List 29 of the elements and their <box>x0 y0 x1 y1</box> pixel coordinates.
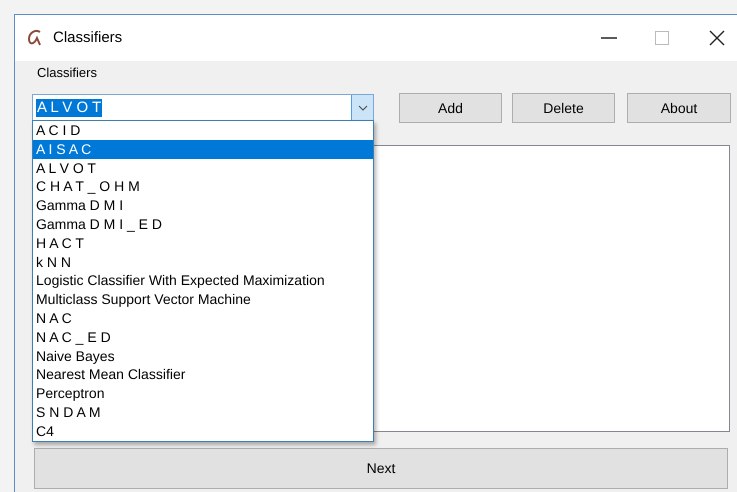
dropdown-item[interactable]: Nearest Mean Classifier <box>33 365 373 384</box>
action-button[interactable]: About <box>627 93 731 123</box>
dropdown-item[interactable]: C4 <box>33 422 373 441</box>
dropdown-item[interactable]: Gamma D M I <box>33 196 373 215</box>
dropdown-item[interactable]: Logistic Classifier With Expected Maximization <box>33 271 373 290</box>
group-label: Classifiers <box>37 65 97 81</box>
dropdown-item[interactable]: N A C <box>33 308 373 328</box>
dropdown-item[interactable]: A C I D <box>33 121 373 140</box>
dropdown-item[interactable]: A I S A C <box>33 140 373 159</box>
next-button[interactable]: Next <box>34 448 728 489</box>
dropdown-item[interactable]: A L V O T <box>33 158 373 178</box>
dropdown-button[interactable] <box>351 94 373 122</box>
dropdown-item[interactable]: S N D A M <box>33 402 373 422</box>
action-button[interactable]: Add <box>399 93 502 123</box>
dropdown-item[interactable]: Multiclass Support Vector Machine <box>33 290 373 309</box>
dropdown-item[interactable]: C H A T _ O H M <box>33 177 373 196</box>
close-icon[interactable] <box>709 30 725 46</box>
caret-icon <box>358 105 368 111</box>
classifier-combo[interactable]: A L V O T <box>32 94 374 122</box>
dropdown-item[interactable]: Perceptron <box>33 384 373 403</box>
dropdown-item[interactable]: k N N <box>33 252 373 272</box>
dropdown-item[interactable]: Naive Bayes <box>33 346 373 366</box>
dropdown-item[interactable]: Gamma D M I _ E D <box>33 214 373 234</box>
dropdown-item[interactable]: N A C _ E D <box>33 328 373 347</box>
combo-value: A L V O T <box>36 99 102 117</box>
window-title: Classifiers <box>53 28 122 48</box>
action-button[interactable]: Delete <box>512 93 615 123</box>
logo-icon <box>27 29 43 47</box>
dropdown-item[interactable]: H A C T <box>33 234 373 253</box>
